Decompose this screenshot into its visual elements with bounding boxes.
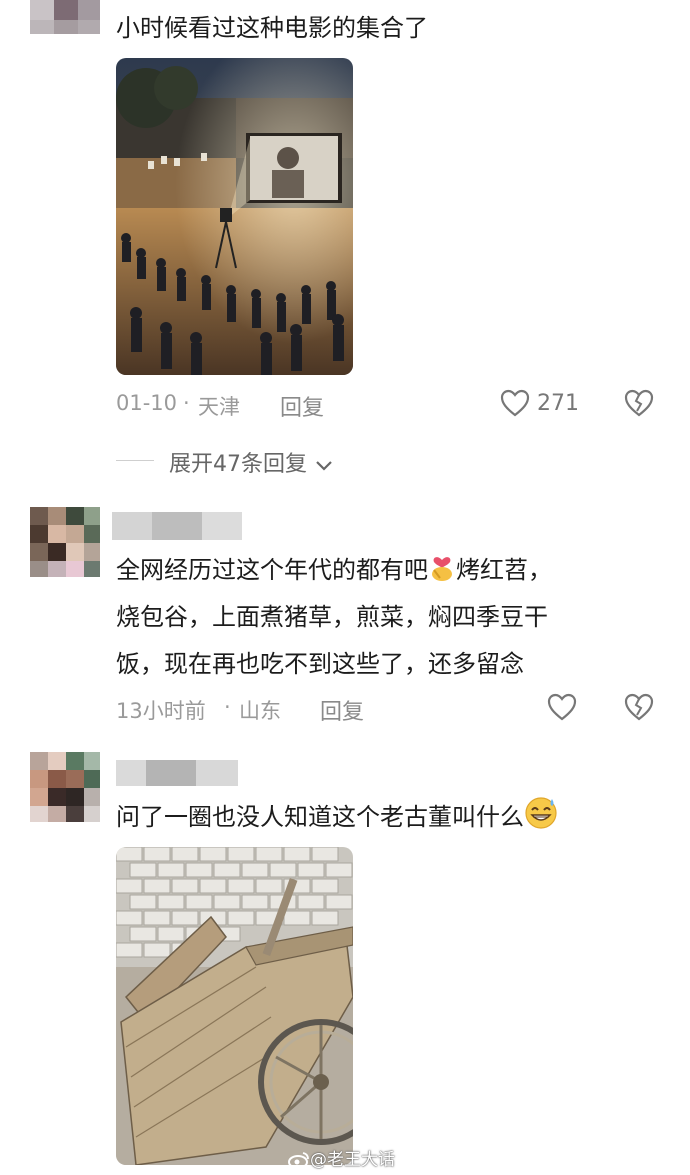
dislike-icon[interactable] <box>624 389 654 421</box>
expand-replies-button[interactable]: 展开47条回复 <box>169 446 334 481</box>
comment-text-line-3: 饭，现在再也吃不到这些了，还多留念 <box>116 650 524 678</box>
username-blurred[interactable] <box>112 510 242 540</box>
reply-button[interactable]: 回复 <box>280 390 324 422</box>
comment-image-wooden-cart[interactable] <box>116 847 353 1165</box>
avatar[interactable] <box>30 0 100 34</box>
watermark: @老王大话 <box>288 1145 395 1174</box>
comment-location: 山东 <box>239 699 281 723</box>
grin-sweat-emoji <box>524 795 558 845</box>
dislike-icon[interactable] <box>624 693 654 725</box>
meta-separator: · <box>224 695 231 719</box>
reply-button[interactable]: 回复 <box>320 694 364 726</box>
comment-text: 问了一圈也没人知道这个老古董叫什么 <box>116 794 558 845</box>
weibo-logo-icon <box>288 1151 310 1174</box>
heart-hand-emoji <box>428 551 456 598</box>
comment-location: 天津 <box>198 395 240 419</box>
comment-text-line-1: 全网经历过这个年代的都有吧 烤红苕， <box>116 547 552 598</box>
chevron-down-icon <box>314 455 334 481</box>
outdoor-cinema-photo <box>116 58 353 375</box>
avatar[interactable] <box>30 752 100 822</box>
expand-divider <box>116 460 154 461</box>
comment-text-line-2: 烧包谷，上面煮猪草，煎菜，焖四季豆干 <box>116 603 548 631</box>
comment-date: 13小时前 <box>116 699 206 723</box>
avatar[interactable] <box>30 507 100 577</box>
meta-separator: · <box>183 391 190 415</box>
username-blurred[interactable] <box>116 758 238 788</box>
like-count: 271 <box>537 391 579 416</box>
wooden-cart-photo <box>116 847 353 1165</box>
comment-text: 小时候看过这种电影的集合了 <box>116 14 428 42</box>
like-icon[interactable] <box>547 693 577 725</box>
expand-replies-label: 展开47条回复 <box>169 452 307 477</box>
comment-date: 01-10 <box>116 391 178 415</box>
comment-image-outdoor-cinema[interactable] <box>116 58 353 375</box>
like-icon[interactable] <box>500 389 530 421</box>
